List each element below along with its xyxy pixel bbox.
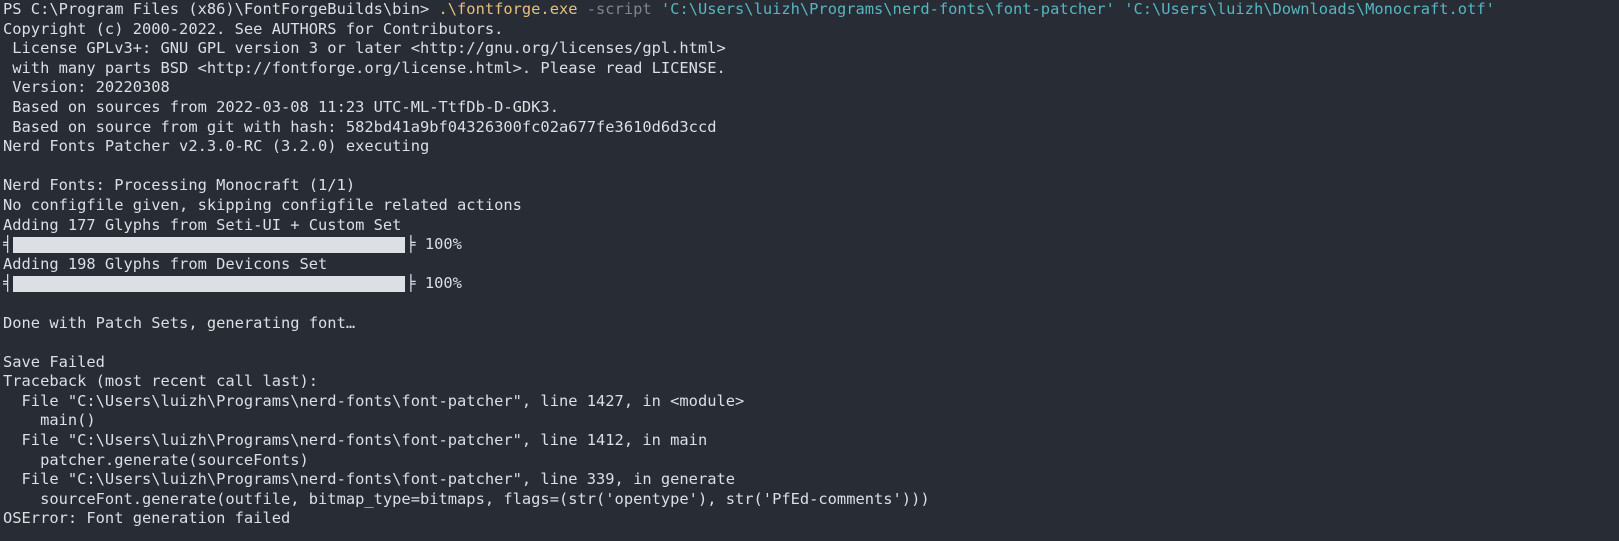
progress-bar-fill [13, 276, 406, 293]
traceback-frame-3: File "C:\Users\luizh\Programs\nerd-fonts… [3, 470, 736, 489]
progress-bar-seti: ╡ ╞ 100% [3, 235, 1619, 255]
shell-prompt: PS C:\Program Files (x86)\FontForgeBuild… [3, 0, 439, 18]
output-line-seti-glyphs: Adding 177 Glyphs from Seti-UI + Custom … [3, 215, 402, 234]
command-flag: -script [577, 0, 661, 18]
progress-percent: 100% [415, 274, 462, 293]
command-line: PS C:\Program Files (x86)\FontForgeBuild… [3, 0, 1619, 20]
progress-bar-left-cap: ╡ [3, 235, 13, 254]
traceback-frame-2: File "C:\Users\luizh\Programs\nerd-fonts… [3, 431, 708, 450]
output-line-git-hash: Based on source from git with hash: 582b… [3, 117, 717, 136]
progress-percent: 100% [415, 235, 462, 254]
progress-bar-fill [13, 236, 406, 253]
output-line-version: Version: 20220308 [3, 78, 170, 97]
progress-bar-devicons: ╡ ╞ 100% [3, 274, 1619, 294]
output-line-sources: Based on sources from 2022-03-08 11:23 U… [3, 97, 559, 116]
output-line-copyright: Copyright (c) 2000-2022. See AUTHORS for… [3, 19, 504, 38]
output-line-done-patch-sets: Done with Patch Sets, generating font… [3, 313, 356, 332]
traceback-frame-1: File "C:\Users\luizh\Programs\nerd-fonts… [3, 391, 745, 410]
terminal-window[interactable]: PS C:\Program Files (x86)\FontForgeBuild… [0, 0, 1619, 541]
progress-bar-right-cap: ╞ [406, 235, 416, 254]
traceback-code-3: sourceFont.generate(outfile, bitmap_type… [3, 489, 930, 508]
command-executable: .\fontforge.exe [438, 0, 578, 18]
output-line-processing: Nerd Fonts: Processing Monocraft (1/1) [3, 176, 356, 195]
output-line-bsd: with many parts BSD <http://fontforge.or… [3, 58, 726, 77]
error-message: OSError: Font generation failed [3, 509, 291, 528]
traceback-code-1: main() [3, 411, 96, 430]
output-line-devicons-glyphs: Adding 198 Glyphs from Devicons Set [3, 254, 328, 273]
progress-bar-right-cap: ╞ [406, 274, 416, 293]
output-line-license: License GPLv3+: GNU GPL version 3 or lat… [3, 39, 726, 58]
output-line-configfile: No configfile given, skipping configfile… [3, 195, 522, 214]
progress-bar-track [13, 236, 406, 253]
progress-bar-track [13, 276, 406, 293]
output-line-save-failed: Save Failed [3, 352, 105, 371]
command-argument-script: 'C:\Users\luizh\Programs\nerd-fonts\font… [660, 0, 1115, 18]
progress-bar-left-cap: ╡ [3, 274, 13, 293]
traceback-code-2: patcher.generate(sourceFonts) [3, 450, 309, 469]
command-argument-font: 'C:\Users\luizh\Downloads\Monocraft.otf' [1114, 0, 1495, 18]
output-line-patcher-version: Nerd Fonts Patcher v2.3.0-RC (3.2.0) exe… [3, 137, 430, 156]
traceback-header: Traceback (most recent call last): [3, 372, 319, 391]
